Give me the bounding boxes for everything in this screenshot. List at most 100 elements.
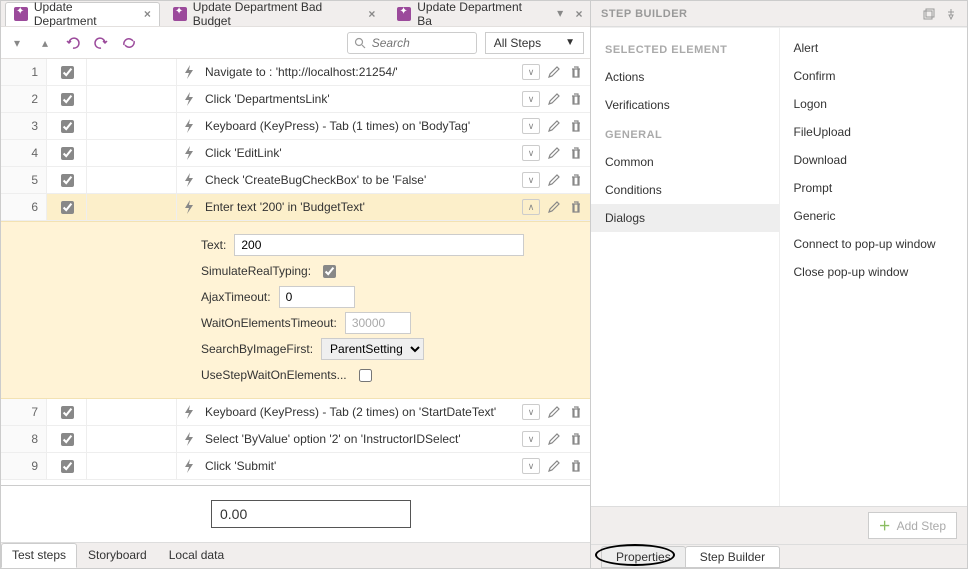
step-enable-checkbox[interactable]: [47, 59, 87, 85]
move-up-icon[interactable]: ▴: [35, 33, 55, 53]
expand-icon[interactable]: ∨: [522, 91, 540, 107]
search-by-image-select[interactable]: ParentSetting: [321, 338, 424, 360]
delete-icon[interactable]: [568, 172, 584, 188]
edit-icon[interactable]: [546, 64, 562, 80]
right-bottom-tabs: Properties Step Builder: [591, 544, 967, 568]
builder-action-item[interactable]: Alert: [780, 34, 968, 62]
step-enable-checkbox[interactable]: [47, 426, 87, 452]
search-box[interactable]: [347, 32, 477, 54]
step-row[interactable]: 2 Click 'DepartmentsLink' ∨: [1, 86, 590, 113]
edit-icon[interactable]: [546, 118, 562, 134]
builder-action-item[interactable]: Generic: [780, 202, 968, 230]
builder-action-item[interactable]: Logon: [780, 90, 968, 118]
builder-action-item[interactable]: FileUpload: [780, 118, 968, 146]
expand-icon[interactable]: ∨: [522, 458, 540, 474]
step-builder-panel: STEP BUILDER SELECTED ELEMENTActionsVeri…: [591, 1, 967, 568]
edit-icon[interactable]: [546, 199, 562, 215]
ajax-timeout-input[interactable]: [279, 286, 355, 308]
expand-icon[interactable]: ∨: [522, 118, 540, 134]
step-row[interactable]: 4 Click 'EditLink' ∨: [1, 140, 590, 167]
right-tab-properties[interactable]: Properties: [601, 546, 686, 568]
bottom-tab-test-steps[interactable]: Test steps: [1, 543, 77, 568]
bottom-tab-local-data[interactable]: Local data: [158, 543, 235, 568]
close-icon[interactable]: ×: [368, 7, 375, 21]
edit-icon[interactable]: [546, 172, 562, 188]
step-enable-checkbox[interactable]: [47, 167, 87, 193]
doc-tab-label: Update Department Ba: [417, 0, 539, 28]
step-enable-checkbox[interactable]: [47, 194, 87, 220]
edit-icon[interactable]: [546, 91, 562, 107]
builder-action-item[interactable]: Prompt: [780, 174, 968, 202]
doc-tab-3[interactable]: Update Department Ba: [388, 2, 548, 26]
edit-icon[interactable]: [546, 404, 562, 420]
value-preview-box[interactable]: 0.00: [211, 500, 411, 528]
expand-icon[interactable]: ∨: [522, 431, 540, 447]
add-step-button[interactable]: ＋ Add Step: [868, 512, 957, 539]
step-row[interactable]: 5 Check 'CreateBugCheckBox' to be 'False…: [1, 167, 590, 194]
action-type-icon: [183, 146, 201, 160]
doc-tab-2[interactable]: Update Department Bad Budget ×: [164, 2, 384, 26]
tab-overflow-dropdown[interactable]: ▾: [552, 6, 568, 22]
wait-timeout-input[interactable]: [345, 312, 411, 334]
doc-tab-label: Update Department: [34, 0, 138, 28]
collapse-icon[interactable]: ∧: [522, 199, 540, 215]
panel-header: STEP BUILDER: [591, 1, 967, 27]
step-row[interactable]: 9 Click 'Submit' ∨: [1, 453, 590, 480]
doc-tab-1[interactable]: Update Department ×: [5, 2, 160, 26]
delete-icon[interactable]: [568, 145, 584, 161]
delete-icon[interactable]: [568, 91, 584, 107]
category-item[interactable]: Conditions: [591, 176, 779, 204]
expand-icon[interactable]: ∨: [522, 64, 540, 80]
simulate-typing-checkbox[interactable]: [323, 265, 336, 278]
steps-filter-dropdown[interactable]: All Steps ▼: [485, 32, 584, 54]
delete-icon[interactable]: [568, 404, 584, 420]
close-icon[interactable]: ×: [144, 7, 151, 21]
sync-icon[interactable]: [119, 33, 139, 53]
builder-action-item[interactable]: Close pop-up window: [780, 258, 968, 286]
use-step-wait-checkbox[interactable]: [359, 369, 372, 382]
step-row[interactable]: 6 Enter text '200' in 'BudgetText' ∧: [1, 194, 590, 221]
step-number: 9: [1, 453, 47, 479]
field-label: SearchByImageFirst:: [201, 342, 313, 356]
step-enable-checkbox[interactable]: [47, 453, 87, 479]
pin-icon[interactable]: [945, 8, 957, 20]
step-row[interactable]: 1 Navigate to : 'http://localhost:21254/…: [1, 59, 590, 86]
builder-action-item[interactable]: Confirm: [780, 62, 968, 90]
category-item[interactable]: Actions: [591, 63, 779, 91]
text-input[interactable]: [234, 234, 524, 256]
step-row[interactable]: 8 Select 'ByValue' option '2' on 'Instru…: [1, 426, 590, 453]
right-tab-step-builder[interactable]: Step Builder: [685, 546, 780, 568]
search-input[interactable]: [370, 35, 470, 51]
edit-icon[interactable]: [546, 145, 562, 161]
action-type-icon: [183, 432, 201, 446]
popout-icon[interactable]: [923, 8, 935, 20]
undo-icon[interactable]: [63, 33, 83, 53]
step-enable-checkbox[interactable]: [47, 140, 87, 166]
category-item[interactable]: Common: [591, 148, 779, 176]
expand-icon[interactable]: ∨: [522, 404, 540, 420]
step-spacer: [87, 399, 177, 425]
builder-action-item[interactable]: Download: [780, 146, 968, 174]
category-item[interactable]: Verifications: [591, 91, 779, 119]
delete-icon[interactable]: [568, 199, 584, 215]
close-all-icon[interactable]: ×: [572, 7, 586, 21]
step-row[interactable]: 7 Keyboard (KeyPress) - Tab (2 times) on…: [1, 399, 590, 426]
delete-icon[interactable]: [568, 118, 584, 134]
builder-action-item[interactable]: Connect to pop-up window: [780, 230, 968, 258]
bottom-tab-storyboard[interactable]: Storyboard: [77, 543, 158, 568]
redo-icon[interactable]: [91, 33, 111, 53]
delete-icon[interactable]: [568, 64, 584, 80]
step-enable-checkbox[interactable]: [47, 399, 87, 425]
delete-icon[interactable]: [568, 458, 584, 474]
step-enable-checkbox[interactable]: [47, 113, 87, 139]
expand-icon[interactable]: ∨: [522, 145, 540, 161]
step-row[interactable]: 3 Keyboard (KeyPress) - Tab (1 times) on…: [1, 113, 590, 140]
move-down-icon[interactable]: ▾: [7, 33, 27, 53]
edit-icon[interactable]: [546, 458, 562, 474]
delete-icon[interactable]: [568, 431, 584, 447]
expand-icon[interactable]: ∨: [522, 172, 540, 188]
edit-icon[interactable]: [546, 431, 562, 447]
step-enable-checkbox[interactable]: [47, 86, 87, 112]
category-item[interactable]: Dialogs: [591, 204, 779, 232]
document-tab-strip: Update Department × Update Department Ba…: [1, 1, 590, 27]
